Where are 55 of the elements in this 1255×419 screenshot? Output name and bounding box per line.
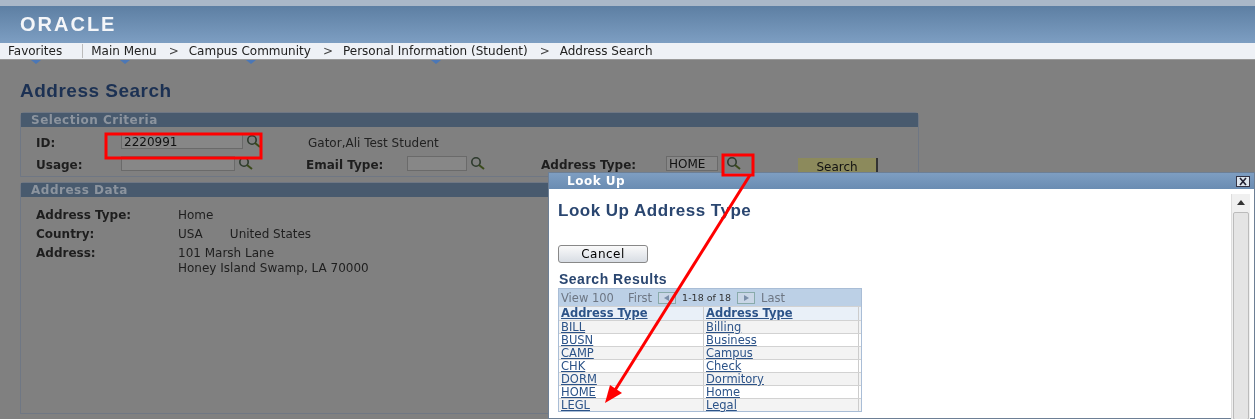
panel-header: Selection Criteria [21, 113, 918, 127]
result-link[interactable]: Legal [706, 398, 737, 412]
breadcrumb-separator: > [539, 44, 550, 58]
breadcrumb-current: Address Search [559, 44, 653, 58]
input-field[interactable] [407, 156, 467, 171]
result-link[interactable]: LEGL [561, 398, 590, 412]
search-icon[interactable] [726, 156, 742, 170]
field-label: Address: [36, 246, 97, 262]
field-value: USA [178, 227, 203, 241]
result-link[interactable]: Billing [706, 320, 742, 334]
menu-link[interactable]: Main Menu [91, 44, 159, 58]
student-name: Gator,Ali Test Student [308, 136, 439, 150]
cancel-button[interactable]: Cancel [558, 245, 648, 263]
result-link[interactable]: BUSN [561, 333, 594, 347]
search-icon[interactable] [470, 156, 486, 170]
result-link[interactable]: BILL [561, 320, 586, 334]
column-header[interactable]: Address Type [706, 306, 793, 320]
window-title: Look Up [567, 174, 626, 188]
menu-link[interactable]: Campus Community [188, 44, 313, 58]
result-link[interactable]: HOME [561, 385, 596, 399]
field-label: Address Type: [36, 208, 133, 222]
next-icon[interactable] [736, 291, 755, 304]
field-label: ID: [36, 136, 56, 150]
menu-link[interactable]: Favorites [8, 44, 65, 58]
page-range: 1-18 of 18 [682, 292, 731, 303]
search-icon[interactable] [246, 134, 262, 148]
result-link[interactable]: DORM [561, 372, 597, 386]
input-field[interactable]: HOME [666, 156, 718, 171]
page-title: Address Search [20, 80, 172, 102]
result-link[interactable]: Home [706, 385, 740, 399]
result-link[interactable]: CAMP [561, 346, 594, 360]
scroll-up-icon[interactable] [1237, 200, 1245, 205]
menu-link[interactable]: Personal Information (Student) [342, 44, 530, 58]
result-link[interactable]: Dormitory [706, 372, 764, 386]
field-label: Email Type: [306, 158, 384, 172]
result-link[interactable]: CHK [561, 359, 586, 373]
result-link[interactable]: Business [706, 333, 757, 347]
field-value: Honey Island Swamp, LA 70000 [178, 261, 370, 275]
section-title: Search Results [559, 271, 668, 287]
column-header[interactable]: Address Type [561, 306, 648, 320]
field-label: Usage: [36, 158, 83, 172]
breadcrumb-separator: > [322, 44, 333, 58]
scrollbar[interactable] [1231, 194, 1250, 419]
result-link[interactable]: Campus [706, 346, 753, 360]
field-value: 101 Marsh Lane [178, 246, 276, 260]
result-link[interactable]: Check [706, 359, 742, 373]
highlight-box [721, 153, 755, 177]
field-label: Country: [36, 227, 96, 241]
previous-icon[interactable] [658, 291, 677, 304]
field-label: Address Type: [541, 158, 637, 172]
breadcrumb-separator: > [168, 44, 179, 58]
field-value: United States [229, 227, 312, 241]
field-value: Home [178, 208, 214, 222]
close-icon[interactable] [1236, 175, 1250, 187]
oracle-logo: ORACLE [20, 13, 117, 36]
